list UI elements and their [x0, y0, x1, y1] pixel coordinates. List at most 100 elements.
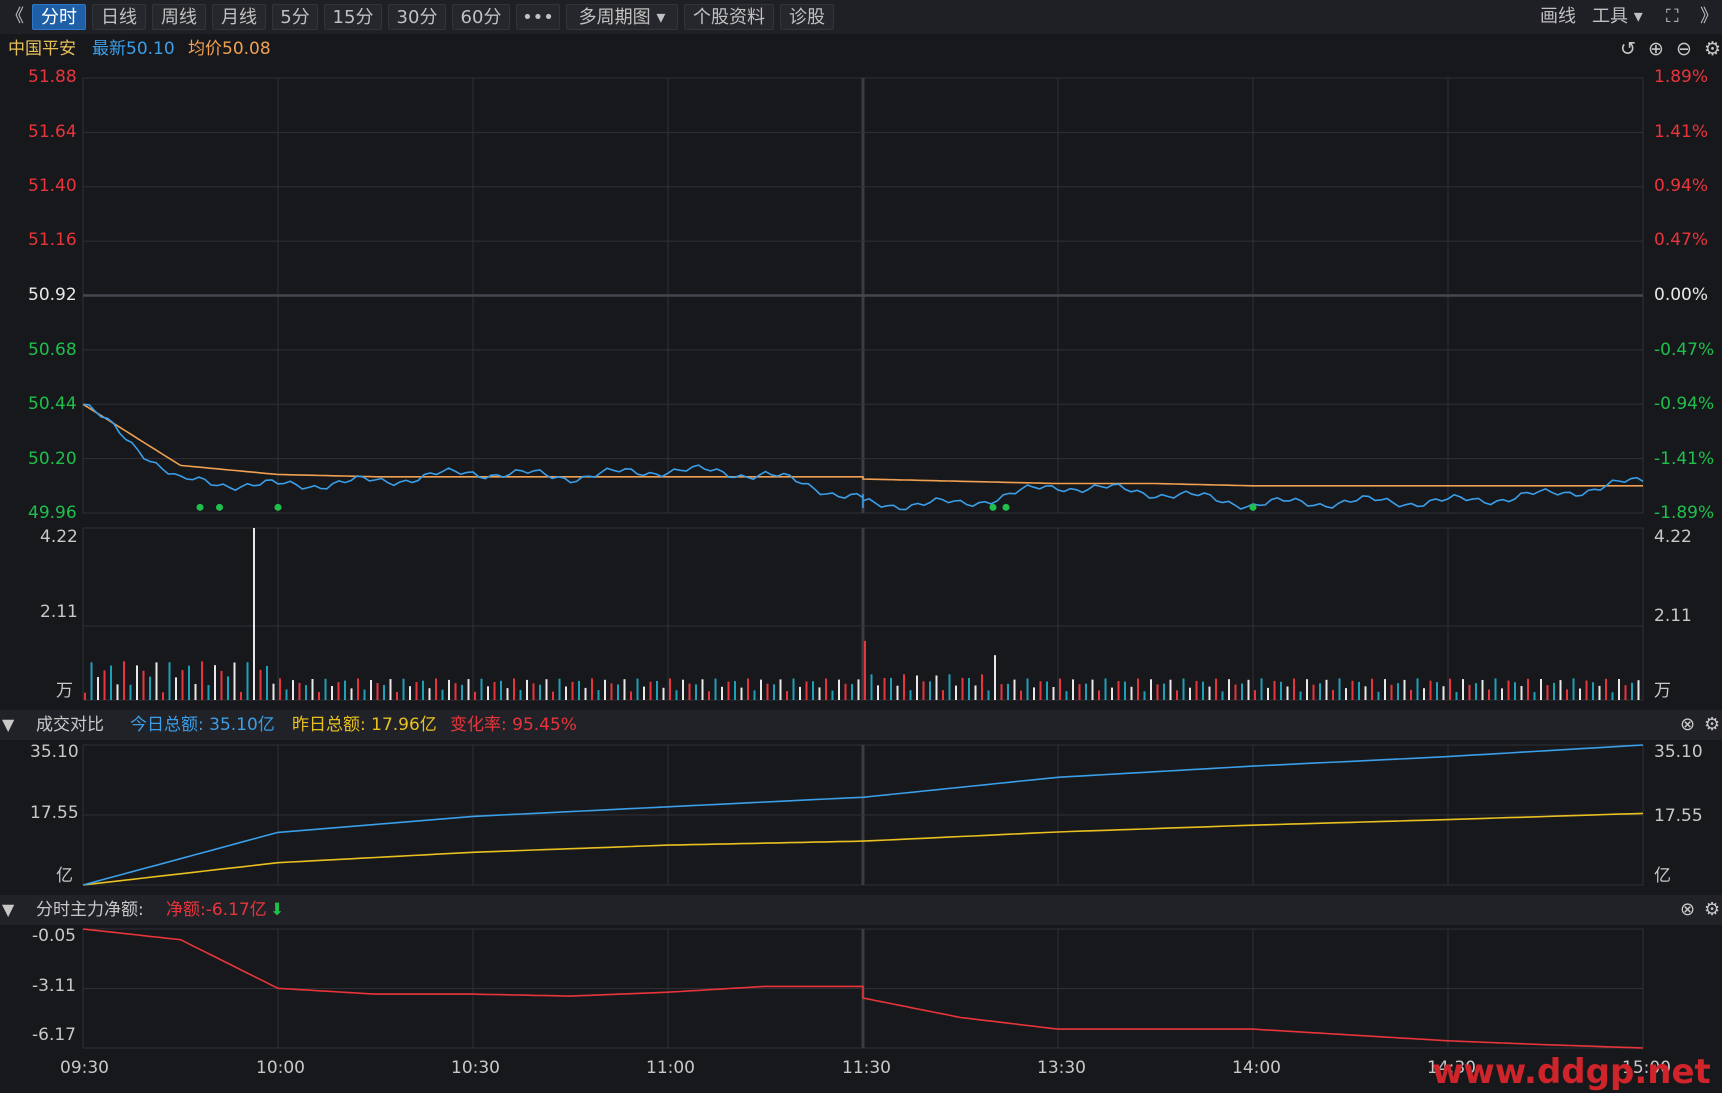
- volume-bar: [162, 692, 164, 700]
- volume-bar: [844, 683, 847, 700]
- volume-bar: [701, 679, 704, 700]
- volume-bar: [350, 688, 353, 700]
- volume-bar: [318, 692, 320, 700]
- volume-bar: [682, 679, 684, 700]
- volume-bar: [604, 679, 606, 700]
- volume-bar: [324, 678, 327, 700]
- volume-bar: [337, 682, 340, 700]
- volume-bar: [1384, 679, 1386, 700]
- signal-dot: [196, 503, 204, 511]
- volume-bar: [266, 665, 268, 700]
- volume-bar: [792, 678, 795, 700]
- volume-bar: [474, 691, 476, 700]
- volume-bar: [1637, 680, 1640, 700]
- volume-bar: [441, 689, 444, 700]
- volume-bar: [1377, 691, 1380, 700]
- volume-bar: [311, 679, 314, 700]
- volume-bar: [402, 678, 405, 700]
- volume-bar: [714, 678, 717, 700]
- volume-bar: [1033, 687, 1035, 700]
- volume-bar: [955, 685, 957, 700]
- volume-bar: [259, 669, 262, 700]
- volume-bar: [84, 692, 86, 700]
- volume-bar: [630, 691, 632, 700]
- volume-bar: [1514, 682, 1516, 700]
- volume-bar: [188, 665, 190, 700]
- volume-bar: [298, 682, 301, 700]
- volume-bar: [708, 691, 710, 700]
- volume-bar: [1338, 678, 1341, 700]
- volume-bar: [389, 679, 392, 700]
- signal-dot: [1249, 503, 1257, 511]
- volume-bar: [870, 674, 873, 700]
- volume-bar: [623, 679, 626, 700]
- volume-bar: [1494, 678, 1497, 700]
- volume-bar: [532, 683, 535, 700]
- volume-bar: [1202, 681, 1204, 700]
- volume-bar: [292, 680, 294, 700]
- volume-bar: [253, 528, 255, 700]
- volume-bar: [480, 678, 483, 700]
- volume-bar: [688, 683, 691, 700]
- volume-bar: [201, 661, 203, 700]
- volume-bar: [285, 689, 288, 700]
- volume-bar: [279, 678, 281, 700]
- volume-bar: [422, 680, 424, 700]
- volume-bar: [597, 690, 600, 700]
- volume-bar: [1078, 684, 1081, 700]
- volume-bar: [1546, 685, 1549, 700]
- volume-bar: [1390, 684, 1393, 700]
- volume-bar: [1442, 686, 1445, 700]
- volume-bar: [1299, 691, 1302, 700]
- volume-bar: [103, 670, 106, 700]
- volume-bar: [903, 674, 905, 700]
- volume-bar: [344, 680, 346, 700]
- volume-bar: [1371, 678, 1373, 700]
- volume-bar: [994, 655, 996, 700]
- volume-bar: [1559, 680, 1562, 700]
- volume-bar: [1013, 679, 1016, 700]
- volume-bar: [1130, 686, 1133, 700]
- volume-bar: [233, 662, 236, 700]
- volume-bar: [552, 691, 554, 700]
- volume-bar: [1293, 678, 1295, 700]
- volume-bar: [1065, 691, 1068, 700]
- volume-bar: [909, 690, 912, 700]
- volume-bar: [129, 684, 132, 700]
- volume-bar: [1527, 678, 1529, 700]
- volume-bar: [1364, 686, 1367, 700]
- volume-bar: [1247, 679, 1250, 700]
- volume-bar: [1397, 683, 1399, 700]
- volume-bar: [974, 685, 977, 700]
- volume-bar: [519, 689, 522, 700]
- volume-bar: [526, 679, 528, 700]
- volume-bar: [942, 690, 944, 700]
- volume-bar: [1605, 678, 1607, 700]
- volume-bar: [1260, 678, 1263, 700]
- volume-bar: [1026, 678, 1029, 700]
- volume-bar: [1345, 688, 1347, 700]
- volume-bar: [149, 676, 151, 700]
- volume-bar: [1533, 692, 1536, 700]
- volume-bar: [948, 674, 951, 700]
- volume-bar: [409, 686, 411, 700]
- volume-bar: [246, 662, 249, 700]
- volume-bar: [727, 681, 730, 700]
- volume-bar: [305, 685, 307, 700]
- volume-bar: [97, 677, 99, 700]
- volume-bar: [500, 680, 502, 700]
- volume-bar: [987, 690, 990, 700]
- volume-bar: [1611, 692, 1614, 700]
- volume-bar: [656, 681, 658, 700]
- volume-bar: [896, 685, 899, 700]
- volume-bar: [168, 662, 171, 700]
- volume-bar: [1085, 683, 1087, 700]
- volume-bar: [1169, 679, 1172, 700]
- volume-bar: [877, 685, 879, 700]
- volume-bar: [1228, 679, 1230, 700]
- volume-bar: [1631, 682, 1633, 700]
- volume-bar: [1403, 679, 1406, 700]
- volume-bar: [272, 683, 275, 700]
- volume-bar: [110, 665, 112, 700]
- volume-bar: [1104, 678, 1107, 700]
